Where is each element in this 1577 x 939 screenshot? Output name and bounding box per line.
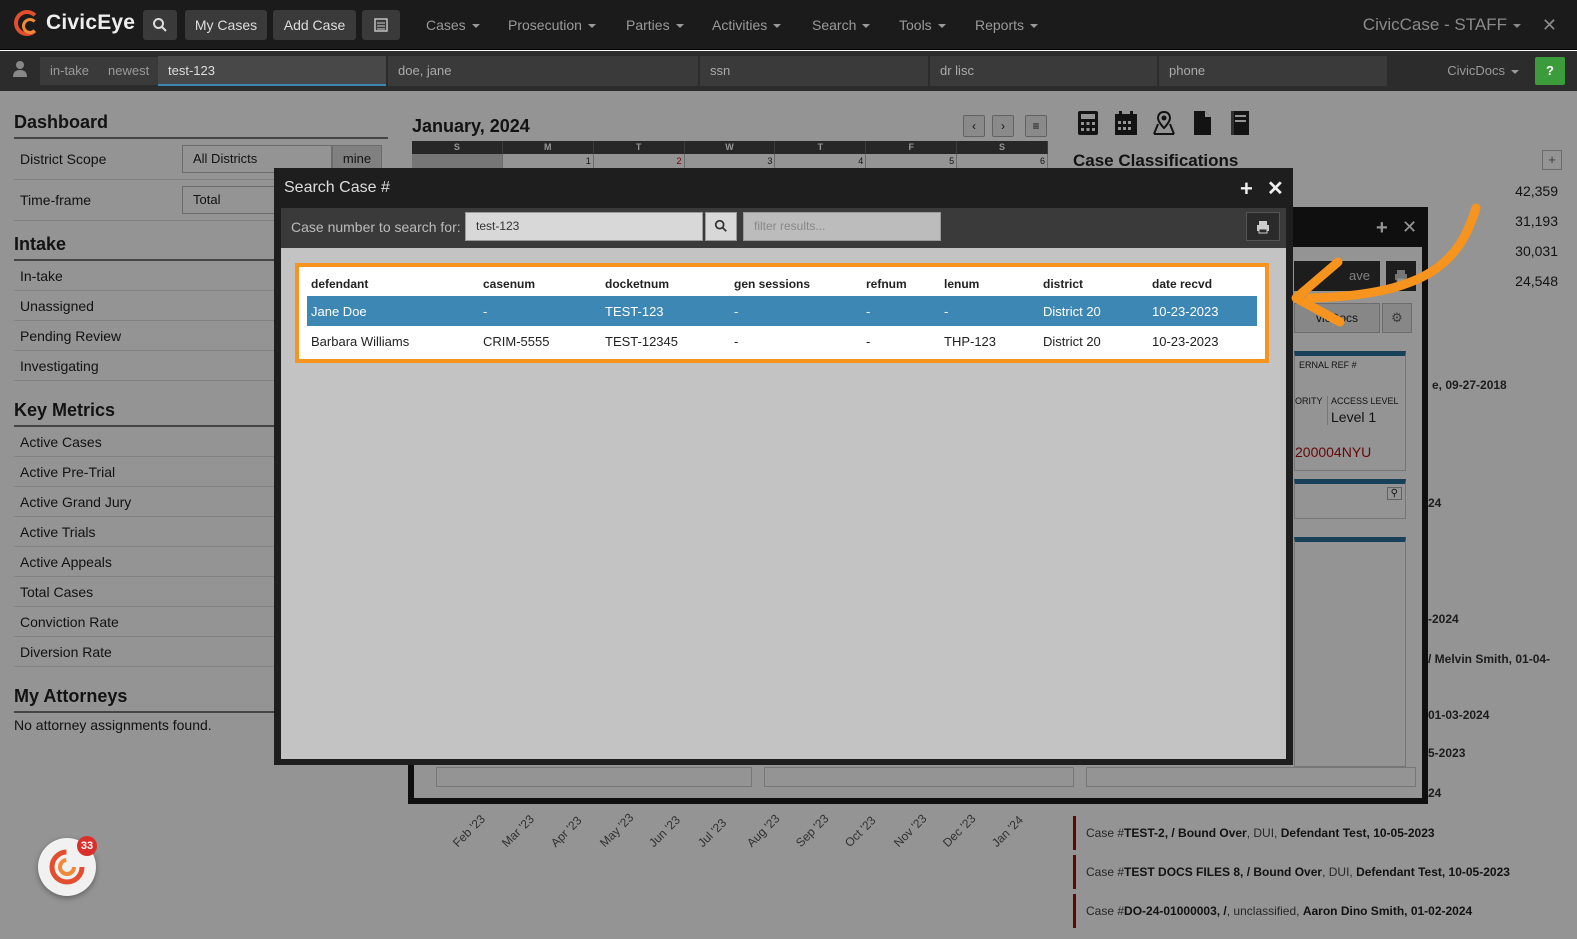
search-case-modal: Search Case # + ✕ Case number to search …	[274, 168, 1293, 765]
table-cell: Jane Doe	[307, 296, 479, 326]
nav-search[interactable]: Search	[812, 0, 870, 50]
newest-filter[interactable]: newest	[98, 57, 160, 85]
app-name: CivicEye	[46, 11, 136, 34]
search-icon	[714, 219, 727, 232]
column-header[interactable]: lenum	[940, 272, 1039, 296]
print-button[interactable]	[1246, 212, 1280, 241]
table-cell: -	[734, 333, 739, 349]
print-icon	[1257, 221, 1269, 234]
nav-cases[interactable]: Cases	[426, 0, 480, 50]
global-search-button[interactable]	[143, 10, 177, 40]
table-row[interactable]: Barbara Williams CRIM-5555 TEST-12345 - …	[307, 326, 1257, 356]
column-header[interactable]: casenum	[479, 272, 601, 296]
top-navbar: CivicEye My Cases Add Case Cases Prosecu…	[0, 0, 1577, 50]
search-results-highlight: defendant casenum docketnum gen sessions…	[295, 263, 1269, 363]
case-number-input[interactable]: test-123	[158, 56, 386, 86]
case-number-search-input[interactable]: test-123	[465, 212, 703, 241]
user-icon[interactable]	[12, 60, 28, 78]
modal-body: defendant casenum docketnum gen sessions…	[281, 248, 1286, 759]
list-icon	[374, 18, 388, 32]
table-cell: -	[940, 296, 1039, 326]
search-label: Case number to search for:	[291, 219, 461, 235]
column-header[interactable]: district	[1039, 272, 1148, 296]
ssn-input[interactable]: ssn	[700, 56, 928, 86]
table-cell: District 20	[1043, 333, 1101, 349]
search-results-table: defendant casenum docketnum gen sessions…	[307, 272, 1257, 356]
table-row[interactable]: Jane Doe - TEST-123 - - - District 20 10…	[307, 296, 1257, 326]
column-header[interactable]: date recvd	[1148, 272, 1257, 296]
column-header[interactable]: gen sessions	[730, 272, 862, 296]
intake-filter[interactable]: in-take	[40, 57, 100, 85]
column-header[interactable]: defendant	[307, 272, 479, 296]
table-cell: 10-23-2023	[1148, 296, 1257, 326]
nav-tools[interactable]: Tools	[899, 0, 946, 50]
app-logo[interactable]: CivicEye	[14, 10, 135, 36]
nav-prosecution[interactable]: Prosecution	[508, 0, 596, 50]
table-cell: -	[862, 296, 940, 326]
civiceye-logo-icon	[14, 10, 40, 36]
table-cell: -	[479, 296, 601, 326]
table-cell: 10-23-2023	[1152, 333, 1219, 349]
nav-reports[interactable]: Reports	[975, 0, 1038, 50]
table-cell: TEST-12345	[605, 333, 678, 349]
civicdocs-menu[interactable]: CivicDocs	[1447, 51, 1519, 91]
table-header-row: defendant casenum docketnum gen sessions…	[307, 272, 1257, 296]
phone-input[interactable]: phone	[1159, 56, 1387, 86]
nav-activities[interactable]: Activities	[712, 0, 781, 50]
name-input[interactable]: doe, jane	[388, 56, 698, 86]
search-icon	[153, 18, 167, 32]
search-button[interactable]	[705, 212, 737, 241]
quick-search-bar: in-take newest test-123 doe, jane ssn dr…	[0, 51, 1577, 91]
table-cell: THP-123	[944, 333, 997, 349]
table-cell: -	[866, 333, 871, 349]
table-cell: Barbara Williams	[311, 333, 410, 349]
list-view-button[interactable]	[362, 10, 400, 40]
close-icon[interactable]: ✕	[1267, 176, 1284, 201]
filter-results-input[interactable]: filter results...	[743, 212, 941, 241]
table-cell: District 20	[1039, 296, 1148, 326]
help-button[interactable]: ?	[1535, 57, 1565, 85]
my-cases-button[interactable]: My Cases	[185, 10, 267, 40]
modal-title: Search Case #	[284, 179, 390, 196]
search-toolbar: Case number to search for: test-123 filt…	[281, 208, 1286, 248]
drivers-license-input[interactable]: dr lisc	[930, 56, 1157, 86]
close-icon[interactable]: ✕	[1542, 0, 1557, 50]
nav-parties[interactable]: Parties	[626, 0, 684, 50]
plus-icon[interactable]: +	[1240, 176, 1253, 202]
chat-notification-badge: 33	[77, 836, 97, 856]
add-case-button[interactable]: Add Case	[273, 10, 356, 40]
annotation-arrow-icon	[1291, 203, 1481, 327]
table-cell: CRIM-5555	[483, 333, 550, 349]
column-header[interactable]: refnum	[862, 272, 940, 296]
instance-selector[interactable]: CivicCase - STAFF	[1363, 0, 1521, 50]
table-cell: TEST-123	[601, 296, 730, 326]
table-cell: -	[730, 296, 862, 326]
column-header[interactable]: docketnum	[601, 272, 730, 296]
